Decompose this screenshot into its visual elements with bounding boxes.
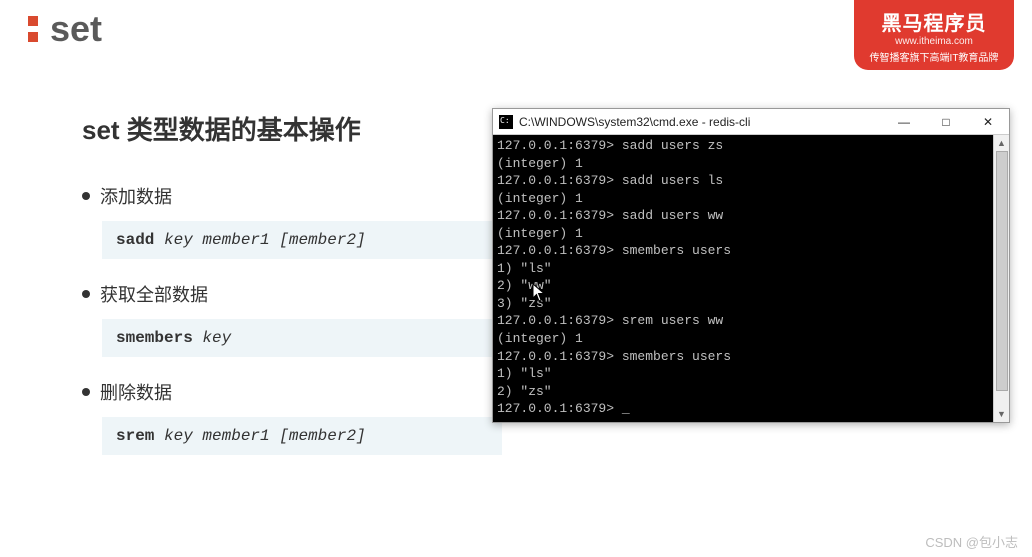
page-header: set xyxy=(28,8,102,50)
op-item-get: 获取全部数据 smembers key xyxy=(82,281,502,357)
terminal-body[interactable]: 127.0.0.1:6379> sadd users zs (integer) … xyxy=(493,135,1009,422)
minimize-button[interactable]: — xyxy=(883,109,925,134)
page-title: set xyxy=(50,8,102,50)
terminal-output[interactable]: 127.0.0.1:6379> sadd users zs (integer) … xyxy=(493,135,993,422)
scroll-thumb[interactable] xyxy=(996,151,1008,391)
close-button[interactable]: ✕ xyxy=(967,109,1009,134)
header-mark xyxy=(28,32,38,42)
window-controls: — □ ✕ xyxy=(883,109,1009,134)
slide-content: set 类型数据的基本操作 添加数据 sadd key member1 [mem… xyxy=(82,110,502,477)
titlebar-text: C:\WINDOWS\system32\cmd.exe - redis-cli xyxy=(519,115,750,129)
maximize-button[interactable]: □ xyxy=(925,109,967,134)
op-row: 获取全部数据 xyxy=(82,281,502,307)
brand-url: www.itheima.com xyxy=(895,36,973,47)
bullet-icon xyxy=(82,388,90,396)
brand-badge: 黑马程序员 www.itheima.com 传智播客旗下高端IT教育品牌 xyxy=(854,0,1014,70)
op-label: 添加数据 xyxy=(100,183,172,209)
code-command: smembers xyxy=(116,329,193,347)
brand-tagline: 传智播客旗下高端IT教育品牌 xyxy=(870,49,999,64)
scroll-down-button[interactable]: ▼ xyxy=(994,406,1009,422)
op-item-add: 添加数据 sadd key member1 [member2] xyxy=(82,183,502,259)
op-label: 获取全部数据 xyxy=(100,281,208,307)
header-mark xyxy=(28,16,38,26)
cmd-icon xyxy=(499,115,513,129)
code-block: srem key member1 [member2] xyxy=(102,417,502,455)
watermark: CSDN @包小志 xyxy=(925,532,1018,551)
code-args: key xyxy=(202,329,231,347)
bullet-icon xyxy=(82,290,90,298)
code-block: sadd key member1 [member2] xyxy=(102,221,502,259)
op-item-delete: 删除数据 srem key member1 [member2] xyxy=(82,379,502,455)
code-command: sadd xyxy=(116,231,154,249)
operations-list: 添加数据 sadd key member1 [member2] 获取全部数据 s… xyxy=(82,183,502,455)
terminal-window: C:\WINDOWS\system32\cmd.exe - redis-cli … xyxy=(492,108,1010,423)
code-command: srem xyxy=(116,427,154,445)
code-args: key member1 [member2] xyxy=(164,427,366,445)
titlebar-left: C:\WINDOWS\system32\cmd.exe - redis-cli xyxy=(499,115,750,129)
header-marks xyxy=(28,16,38,42)
scroll-up-button[interactable]: ▲ xyxy=(994,135,1009,151)
brand-title: 黑马程序员 xyxy=(882,7,987,36)
code-block: smembers key xyxy=(102,319,502,357)
terminal-titlebar[interactable]: C:\WINDOWS\system32\cmd.exe - redis-cli … xyxy=(493,109,1009,135)
scrollbar[interactable]: ▲ ▼ xyxy=(993,135,1009,422)
op-row: 添加数据 xyxy=(82,183,502,209)
section-title: set 类型数据的基本操作 xyxy=(82,110,502,147)
op-label: 删除数据 xyxy=(100,379,172,405)
op-row: 删除数据 xyxy=(82,379,502,405)
code-args: key member1 [member2] xyxy=(164,231,366,249)
bullet-icon xyxy=(82,192,90,200)
